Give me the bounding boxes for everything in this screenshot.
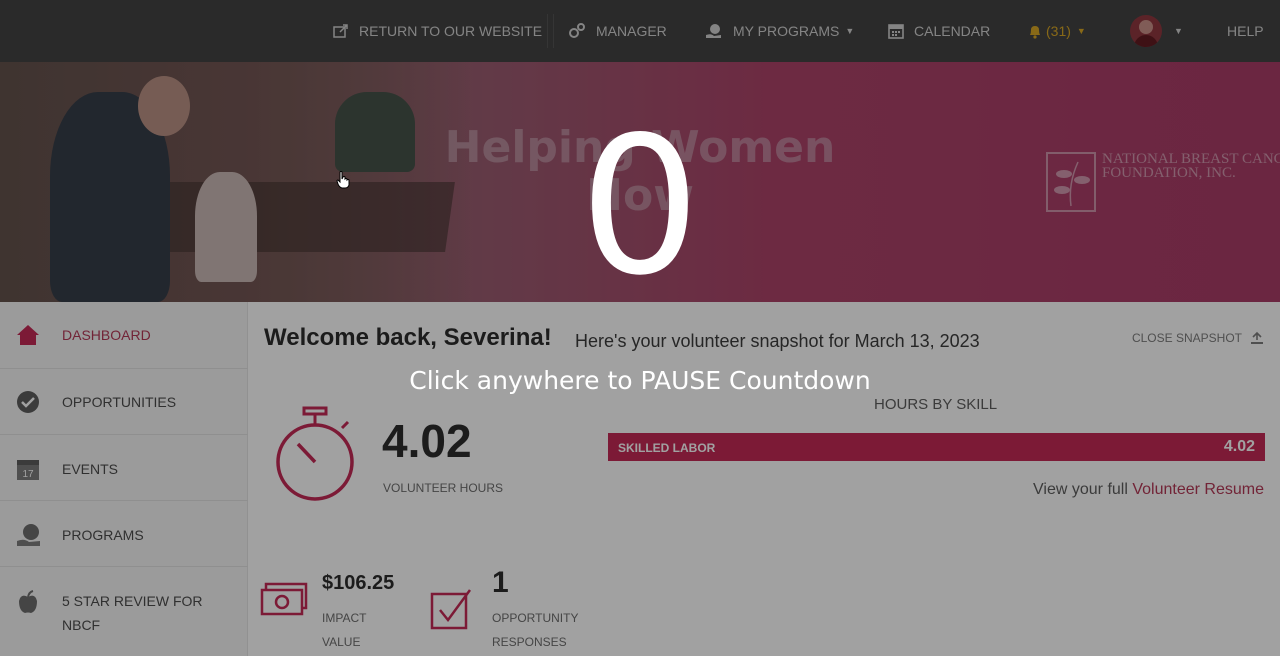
- pause-countdown-message: Click anywhere to PAUSE Countdown: [409, 366, 871, 395]
- hand-cursor-icon: [336, 171, 350, 189]
- countdown-number: 0: [579, 96, 701, 317]
- countdown-overlay[interactable]: 0 Click anywhere to PAUSE Countdown: [0, 0, 1280, 656]
